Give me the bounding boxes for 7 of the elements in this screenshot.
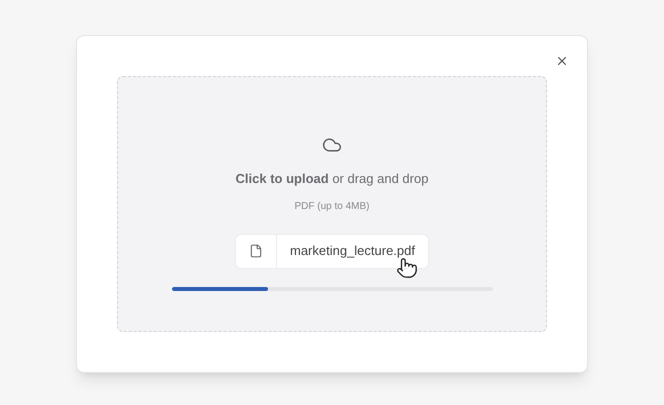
file-icon: [248, 244, 263, 258]
upload-prompt: Click to upload or drag and drop: [236, 170, 428, 188]
hand-cursor-icon: [396, 256, 418, 278]
file-hint: PDF (up to 4MB): [294, 200, 370, 214]
dropzone[interactable]: Click to upload or drag and drop PDF (up to 4MB) marketing_lecture.pdf: [117, 76, 547, 332]
close-icon: [555, 54, 569, 68]
file-name: marketing_lecture.pdf: [288, 242, 416, 260]
